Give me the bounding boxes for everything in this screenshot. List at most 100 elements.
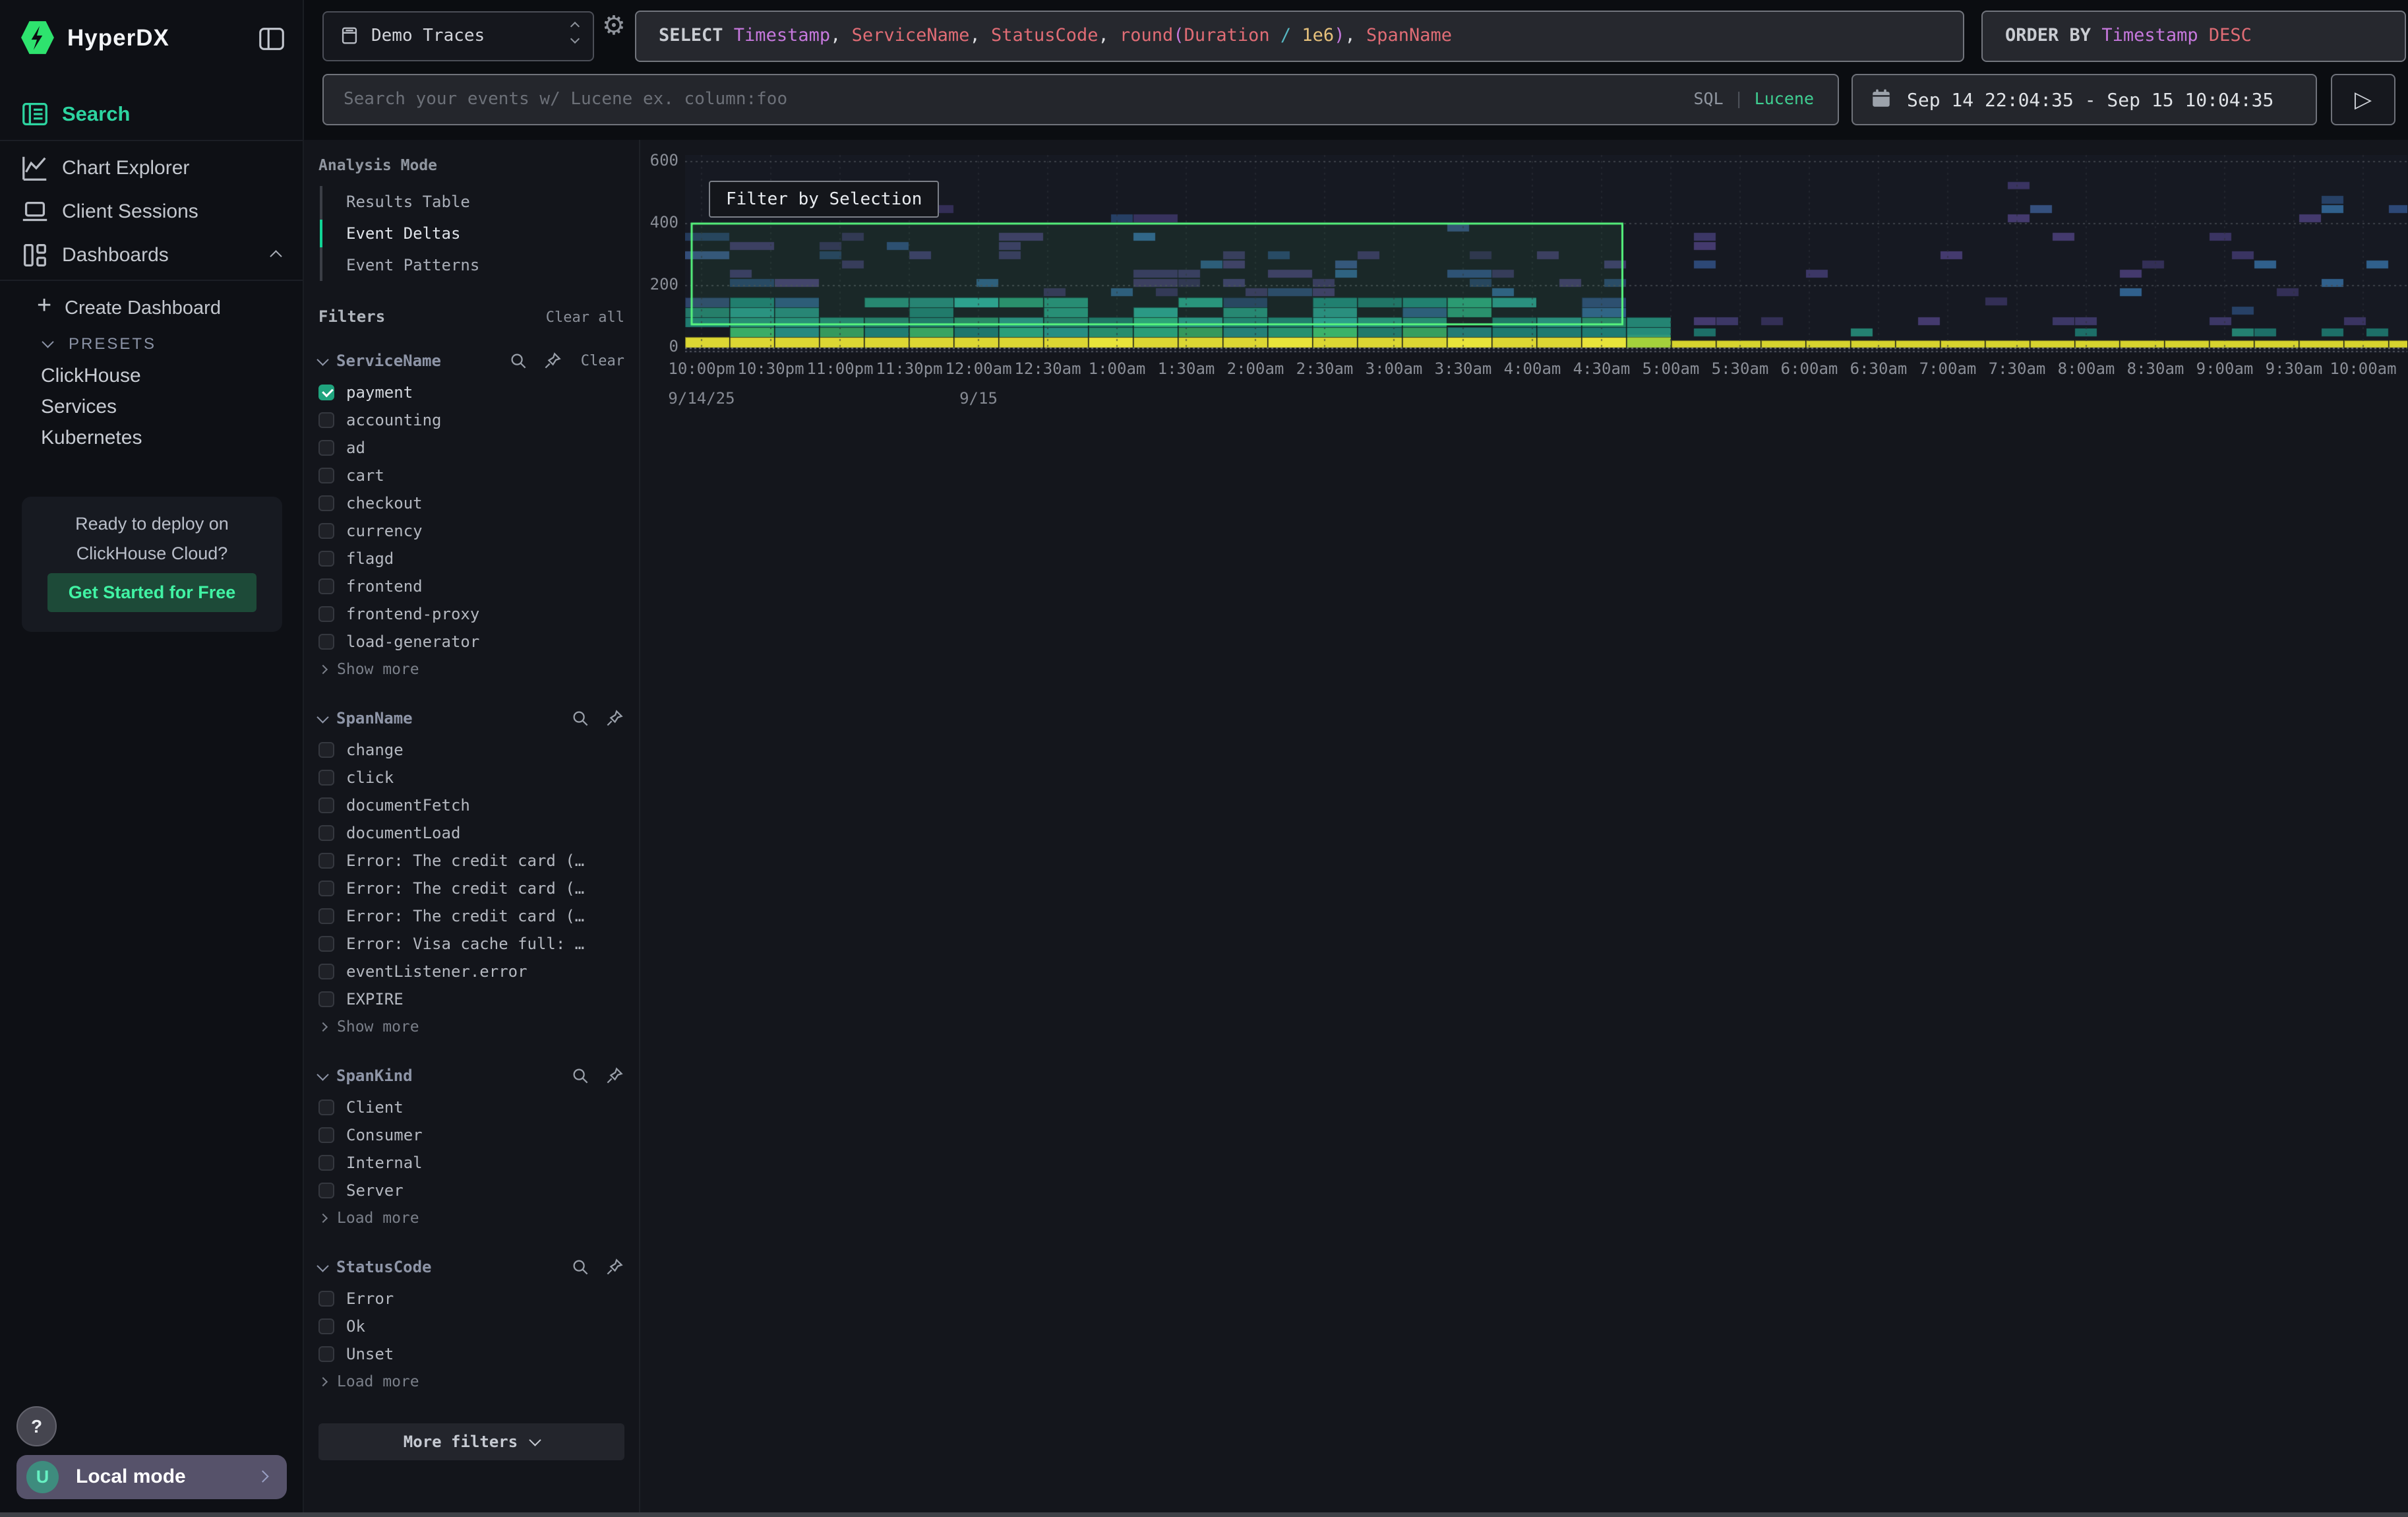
- more-filters-button[interactable]: More filters: [318, 1423, 624, 1460]
- filter-option-currency[interactable]: currency: [318, 517, 624, 545]
- presets-toggle[interactable]: PRESETS: [0, 328, 303, 360]
- filter-option-payment[interactable]: payment: [318, 379, 624, 406]
- help-button[interactable]: ?: [16, 1406, 57, 1446]
- checkbox[interactable]: [318, 770, 334, 786]
- analysis-mode-event-deltas[interactable]: Event Deltas: [322, 218, 624, 249]
- checkbox[interactable]: [318, 964, 334, 979]
- sidebar-collapse-icon[interactable]: [256, 24, 287, 54]
- filter-option-frontend-proxy[interactable]: frontend-proxy: [318, 600, 624, 628]
- checkbox[interactable]: [318, 495, 334, 511]
- sidebar-item-services[interactable]: Services: [0, 391, 303, 422]
- checkbox[interactable]: [318, 908, 334, 924]
- filter-option-load-generator[interactable]: load-generator: [318, 628, 624, 656]
- checkbox[interactable]: [318, 881, 334, 896]
- checkbox[interactable]: [318, 440, 334, 456]
- checkbox[interactable]: [318, 825, 334, 841]
- filter-option-eventlistener-error[interactable]: eventListener.error: [318, 958, 624, 985]
- show-more-button[interactable]: Load more: [320, 1368, 624, 1396]
- filter-option-flagd[interactable]: flagd: [318, 545, 624, 573]
- checkbox[interactable]: [318, 551, 334, 567]
- checkbox[interactable]: [318, 412, 334, 428]
- filter-option-error-visa-cache-full[interactable]: Error: Visa cache full: …: [318, 930, 624, 958]
- checkbox[interactable]: [318, 385, 334, 400]
- filter-option-error-the-credit-card[interactable]: Error: The credit card (…: [318, 902, 624, 930]
- gear-icon[interactable]: ⚙: [602, 11, 626, 41]
- show-more-button[interactable]: Show more: [320, 1013, 624, 1041]
- checkbox[interactable]: [318, 936, 334, 952]
- order-by-input[interactable]: ORDER BY Timestamp DESC: [1981, 11, 2406, 62]
- show-more-button[interactable]: Show more: [320, 656, 624, 683]
- filter-option-unset[interactable]: Unset: [318, 1340, 624, 1368]
- checkbox[interactable]: [318, 797, 334, 813]
- filter-option-click[interactable]: click: [318, 764, 624, 791]
- filter-by-selection-tooltip[interactable]: Filter by Selection: [709, 181, 939, 218]
- user-menu[interactable]: U Local mode: [16, 1455, 287, 1499]
- filter-search-icon[interactable]: [570, 1257, 590, 1277]
- filter-option-documentload[interactable]: documentLoad: [318, 819, 624, 847]
- filter-search-icon[interactable]: [508, 351, 528, 371]
- checkbox[interactable]: [318, 1291, 334, 1307]
- checkbox[interactable]: [318, 742, 334, 758]
- chevron-down-icon[interactable]: [316, 1068, 328, 1080]
- checkbox[interactable]: [318, 853, 334, 869]
- filter-pin-icon[interactable]: [605, 1257, 624, 1277]
- filter-option-documentfetch[interactable]: documentFetch: [318, 791, 624, 819]
- filter-option-client[interactable]: Client: [318, 1094, 624, 1121]
- filter-pin-icon[interactable]: [543, 351, 562, 371]
- filter-clear-button[interactable]: Clear: [581, 353, 624, 369]
- sidebar-item-clickhouse[interactable]: ClickHouse: [0, 360, 303, 391]
- sql-toggle[interactable]: SQL: [1693, 89, 1723, 108]
- filter-option-checkout[interactable]: checkout: [318, 489, 624, 517]
- lucene-toggle[interactable]: Lucene: [1755, 89, 1814, 108]
- filter-option-error[interactable]: Error: [318, 1285, 624, 1313]
- filter-pin-icon[interactable]: [605, 708, 624, 728]
- checkbox[interactable]: [318, 1127, 334, 1143]
- analysis-mode-results-table[interactable]: Results Table: [322, 186, 624, 218]
- filter-option-ad[interactable]: ad: [318, 434, 624, 462]
- sidebar-item-dashboards[interactable]: Dashboards: [0, 235, 303, 277]
- checkbox[interactable]: [318, 991, 334, 1007]
- create-dashboard-button[interactable]: + Create Dashboard: [0, 289, 303, 325]
- horizontal-scrollbar[interactable]: [0, 1512, 2408, 1517]
- filter-pin-icon[interactable]: [605, 1066, 624, 1086]
- chevron-down-icon[interactable]: [316, 711, 328, 723]
- checkbox[interactable]: [318, 1346, 334, 1362]
- checkbox[interactable]: [318, 1155, 334, 1171]
- chevron-down-icon[interactable]: [316, 354, 328, 365]
- filter-option-internal[interactable]: Internal: [318, 1149, 624, 1177]
- filter-option-server[interactable]: Server: [318, 1177, 624, 1204]
- filter-option-change[interactable]: change: [318, 736, 624, 764]
- filter-option-ok[interactable]: Ok: [318, 1313, 624, 1340]
- checkbox[interactable]: [318, 1099, 334, 1115]
- checkbox[interactable]: [318, 634, 334, 650]
- filter-option-error-the-credit-card[interactable]: Error: The credit card (…: [318, 847, 624, 875]
- filter-option-accounting[interactable]: accounting: [318, 406, 624, 434]
- filter-option-frontend[interactable]: frontend: [318, 573, 624, 600]
- checkbox[interactable]: [318, 523, 334, 539]
- filter-option-cart[interactable]: cart: [318, 462, 624, 489]
- filter-option-expire[interactable]: EXPIRE: [318, 985, 624, 1013]
- select-clause-input[interactable]: SELECT Timestamp, ServiceName, StatusCod…: [635, 11, 1964, 62]
- sidebar-item-kubernetes[interactable]: Kubernetes: [0, 422, 303, 453]
- checkbox[interactable]: [318, 468, 334, 483]
- checkbox[interactable]: [318, 1183, 334, 1198]
- chevron-down-icon[interactable]: [316, 1260, 328, 1272]
- sidebar-item-search[interactable]: Search: [0, 96, 303, 136]
- run-query-button[interactable]: ▷: [2331, 74, 2395, 125]
- sidebar-item-client-sessions[interactable]: Client Sessions: [0, 191, 303, 233]
- clear-all-button[interactable]: Clear all: [546, 309, 624, 326]
- time-range-picker[interactable]: Sep 14 22:04:35 - Sep 15 10:04:35: [1851, 74, 2317, 125]
- checkbox[interactable]: [318, 606, 334, 622]
- filter-search-icon[interactable]: [570, 1066, 590, 1086]
- sidebar-item-chart-explorer[interactable]: Chart Explorer: [0, 148, 303, 190]
- show-more-button[interactable]: Load more: [320, 1204, 624, 1232]
- source-select[interactable]: Demo Traces: [322, 11, 594, 61]
- heatmap-canvas[interactable]: [685, 155, 2407, 353]
- analysis-mode-event-patterns[interactable]: Event Patterns: [322, 249, 624, 281]
- filter-option-error-the-credit-card[interactable]: Error: The credit card (…: [318, 875, 624, 902]
- checkbox[interactable]: [318, 578, 334, 594]
- get-started-button[interactable]: Get Started for Free: [47, 573, 256, 612]
- search-input[interactable]: Search your events w/ Lucene ex. column:…: [322, 74, 1839, 125]
- filter-search-icon[interactable]: [570, 708, 590, 728]
- checkbox[interactable]: [318, 1318, 334, 1334]
